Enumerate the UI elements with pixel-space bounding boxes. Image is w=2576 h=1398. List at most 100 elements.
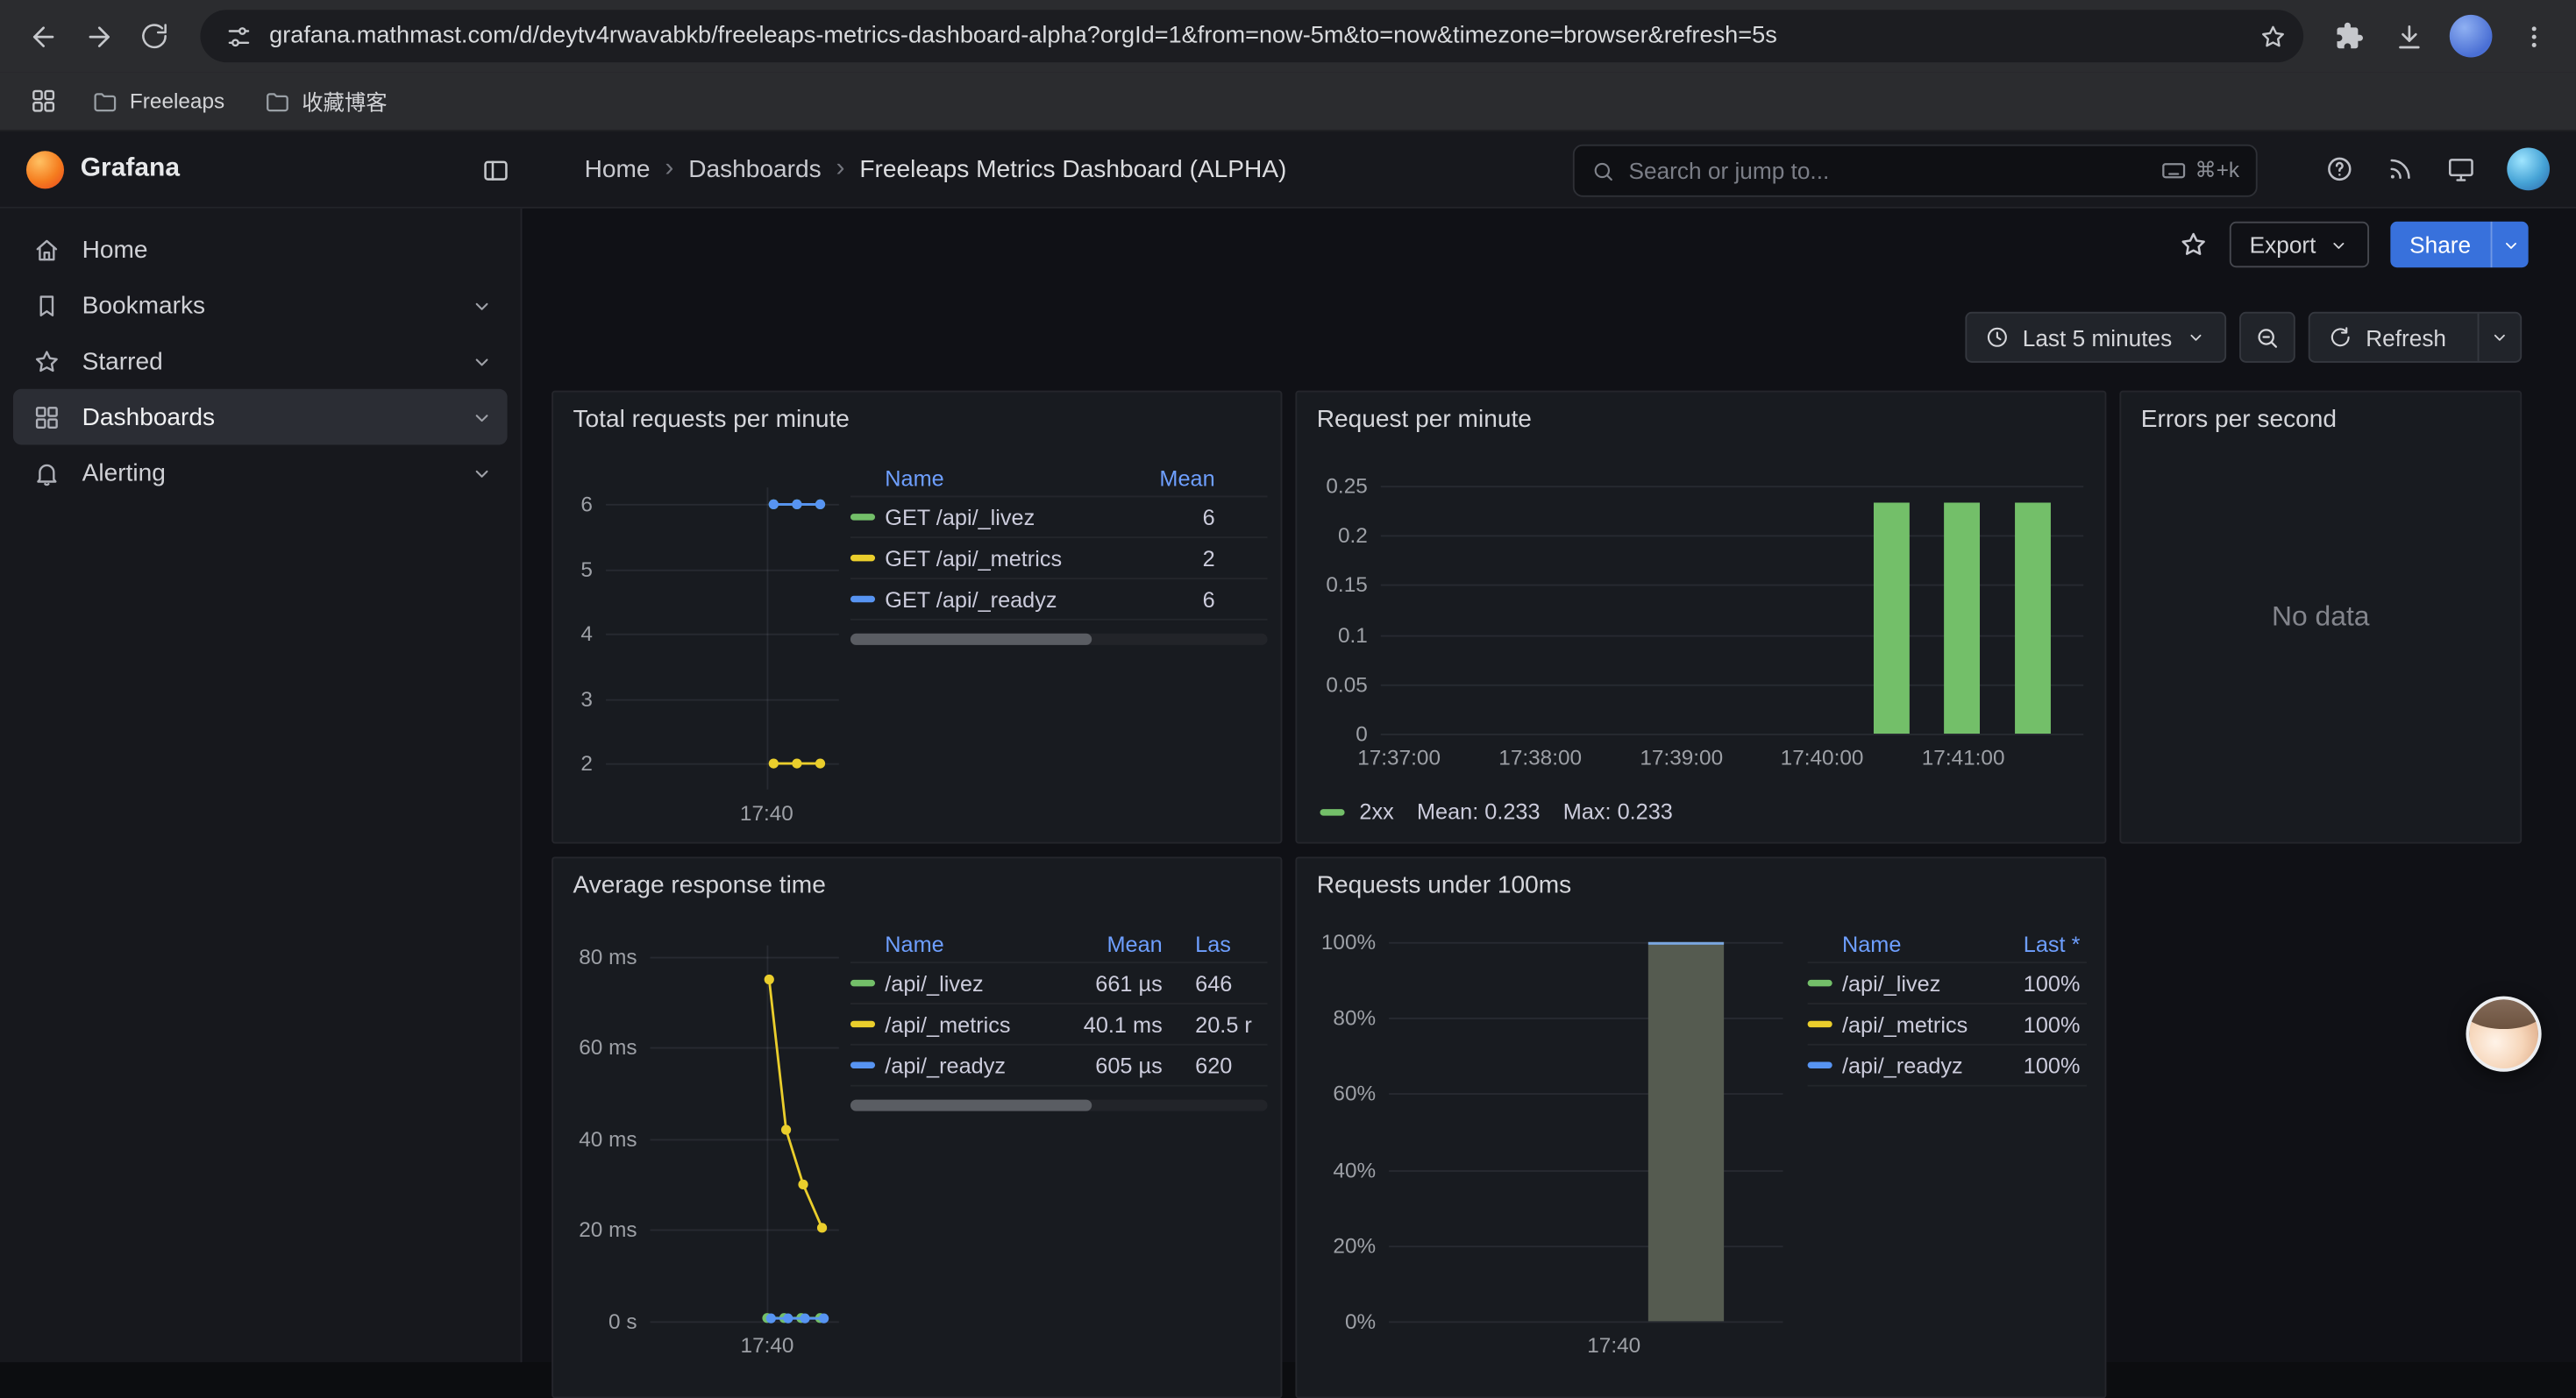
scrollbar-thumb[interactable] (850, 1100, 1092, 1111)
assistant-avatar[interactable] (2466, 997, 2541, 1072)
series-name[interactable]: 2xx (1359, 799, 1393, 824)
screen: grafana.mathmast.com/d/deytv4rwavabkb/fr… (0, 0, 2576, 1362)
y-axis-tick: 0 (1356, 721, 1368, 746)
reload-icon[interactable] (128, 10, 181, 62)
gridline (606, 569, 839, 571)
sidebar-toggle-icon[interactable] (470, 145, 523, 197)
zoom-out-button[interactable] (2239, 312, 2295, 363)
sidebar-item-alerting[interactable]: Alerting (13, 444, 508, 500)
breadcrumb-home[interactable]: Home (585, 155, 651, 183)
folder-icon (264, 88, 290, 114)
y-axis-tick: 4 (580, 621, 593, 646)
legend-col-name[interactable]: Name (885, 466, 1113, 491)
share-dropdown[interactable] (2491, 222, 2529, 267)
chart-plot-area[interactable]: 80 ms60 ms40 ms20 ms0 s17:40 (651, 946, 839, 1322)
series-name[interactable]: /api/_metrics (1842, 1011, 1991, 1036)
back-icon[interactable] (17, 10, 69, 62)
series-name[interactable]: GET /api/_livez (885, 505, 1113, 529)
legend-col-mean[interactable]: Mean (1123, 466, 1215, 491)
search-box[interactable]: ⌘+k (1573, 145, 2258, 197)
breadcrumb-dashboards[interactable]: Dashboards (688, 155, 821, 183)
x-axis-tick: 17:40 (1587, 1332, 1640, 1357)
legend-header: Name Last * (1808, 927, 2087, 963)
y-axis-tick: 100% (1321, 930, 1376, 954)
series-last: 20.5 r (1195, 1011, 1267, 1036)
x-axis-tick: 17:37:00 (1357, 745, 1441, 770)
panel-title[interactable]: Requests under 100ms (1317, 871, 1571, 899)
share-button[interactable]: Share (2390, 222, 2529, 267)
y-axis-tick: 3 (580, 686, 593, 711)
chevron-down-icon[interactable] (470, 349, 495, 373)
legend-scrollbar[interactable] (850, 1100, 1268, 1111)
refresh-action[interactable]: Refresh (2310, 314, 2465, 361)
bookmark-blog-folder[interactable]: 收藏博客 (251, 79, 400, 124)
series-name[interactable]: GET /api/_readyz (885, 586, 1113, 611)
url-bar[interactable]: grafana.mathmast.com/d/deytv4rwavabkb/fr… (200, 10, 2303, 62)
scrollbar-thumb[interactable] (850, 634, 1092, 645)
chevron-down-icon (2489, 327, 2510, 348)
help-icon[interactable] (2324, 154, 2354, 184)
downloads-icon[interactable] (2382, 10, 2435, 62)
chart-plot-area[interactable]: 0.250.20.150.10.05017:37:0017:38:0017:39… (1381, 486, 2083, 734)
browser-menu-icon[interactable] (2507, 10, 2559, 62)
sidebar-item-dashboards[interactable]: Dashboards (13, 389, 508, 445)
chevron-down-icon[interactable] (470, 293, 495, 317)
series-color-dash (1320, 808, 1344, 814)
search-input[interactable] (1629, 158, 2148, 184)
monitor-icon[interactable] (2446, 154, 2476, 184)
site-settings-icon[interactable] (220, 18, 256, 54)
sidebar-item-home[interactable]: Home (13, 222, 508, 278)
favorite-star-icon[interactable] (2179, 230, 2209, 259)
series-name[interactable]: /api/_livez (885, 971, 1054, 996)
brand-title[interactable]: Grafana (81, 154, 180, 184)
rss-icon[interactable] (2386, 154, 2416, 184)
gridline (1381, 536, 2083, 537)
chevron-down-icon[interactable] (470, 405, 495, 429)
series-name[interactable]: /api/_livez (1842, 971, 1991, 996)
legend-col-last[interactable]: Las (1195, 933, 1267, 957)
share-label[interactable]: Share (2390, 222, 2491, 267)
export-button[interactable]: Export (2230, 222, 2368, 267)
legend-col-name[interactable]: Name (1842, 933, 1991, 957)
forward-icon[interactable] (72, 10, 125, 62)
sidebar-item-bookmarks[interactable]: Bookmarks (13, 277, 508, 333)
series-name[interactable]: /api/_readyz (1842, 1053, 1991, 1077)
panel-title[interactable]: Total requests per minute (573, 406, 850, 434)
series-mean: Mean: 0.233 (1417, 799, 1541, 824)
series-name[interactable]: /api/_readyz (885, 1053, 1054, 1077)
grafana-logo[interactable] (26, 150, 64, 188)
browser-profile-avatar[interactable] (2450, 15, 2493, 58)
legend-col-last[interactable]: Last * (2002, 933, 2081, 957)
panel-title[interactable]: Request per minute (1317, 406, 1532, 434)
legend-col-name[interactable]: Name (885, 933, 1054, 957)
apps-grid-icon[interactable] (19, 78, 65, 124)
bookmark-freeleaps[interactable]: Freeleaps (79, 82, 238, 121)
legend-scrollbar[interactable] (850, 634, 1268, 645)
series-name[interactable]: GET /api/_metrics (885, 546, 1113, 571)
series-color-dash (850, 555, 875, 561)
bookmark-star-icon[interactable] (2251, 15, 2294, 58)
panel-title[interactable]: Average response time (573, 871, 826, 899)
chart-plot-area[interactable]: 6543217:40 (606, 487, 839, 790)
chart-canvas (651, 946, 839, 1322)
extensions-icon[interactable] (2323, 10, 2376, 62)
user-avatar[interactable] (2507, 148, 2550, 191)
grafana-header: Grafana Home › Dashboards › Freeleaps Me… (0, 131, 2576, 209)
gridline (1381, 486, 2083, 487)
y-axis-tick: 0.15 (1326, 572, 1367, 597)
sidebar-item-starred[interactable]: Starred (13, 333, 508, 389)
chevron-down-icon[interactable] (470, 460, 495, 485)
time-range-picker[interactable]: Last 5 minutes (1965, 312, 2226, 363)
refresh-interval-dropdown[interactable] (2478, 314, 2521, 361)
series-color-dash (850, 1021, 875, 1027)
series-last: 100% (2002, 1053, 2081, 1077)
gridline (651, 1321, 839, 1323)
series-name[interactable]: /api/_metrics (885, 1011, 1054, 1036)
y-axis-tick: 60% (1333, 1082, 1376, 1106)
x-axis-tick: 17:40 (741, 1332, 794, 1357)
legend-col-mean[interactable]: Mean (1064, 933, 1162, 957)
panel-title[interactable]: Errors per second (2141, 406, 2337, 434)
gridline (651, 1230, 839, 1231)
legend-row: /api/_livez 661 µs 646 (850, 963, 1268, 1004)
chart-plot-area[interactable]: 100%80%60%40%20%0%17:40 (1389, 942, 1783, 1322)
